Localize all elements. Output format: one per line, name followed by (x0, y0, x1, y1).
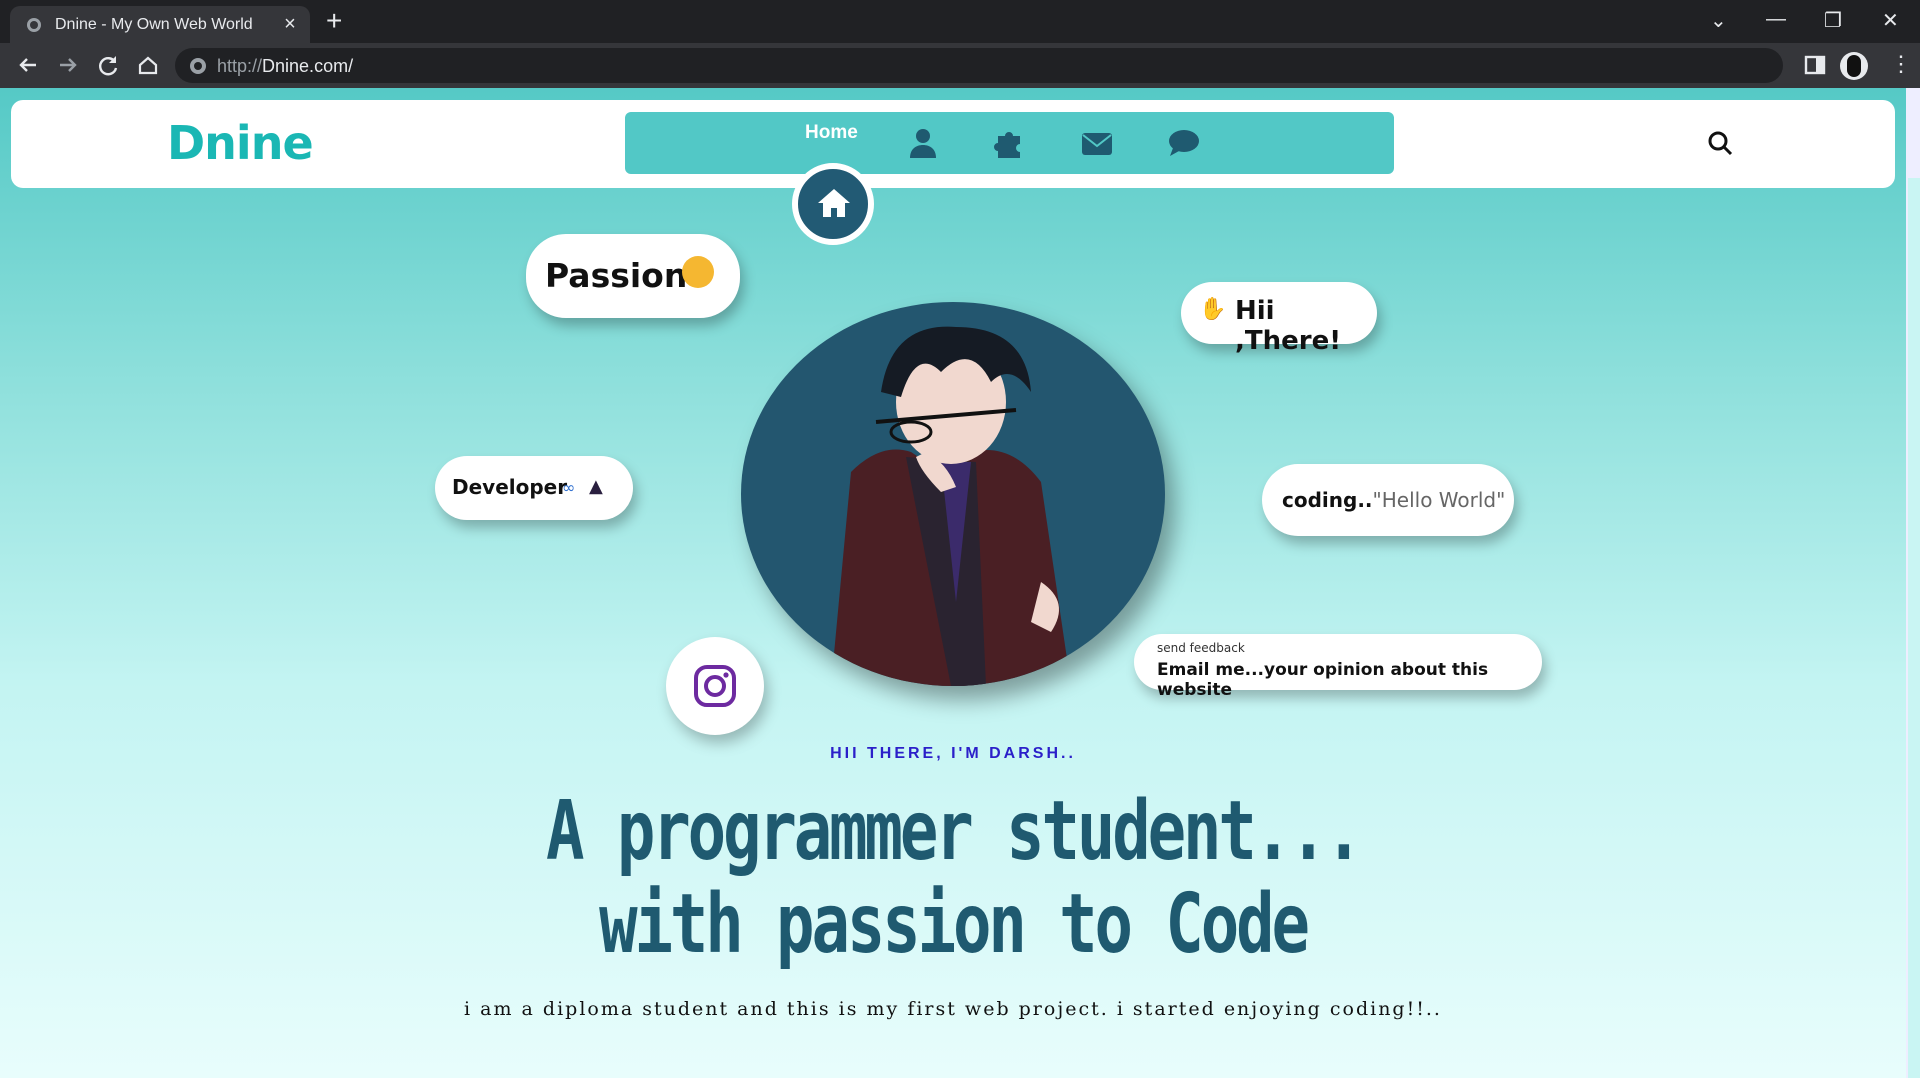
user-icon[interactable] (906, 126, 940, 160)
developer-text: Developer (452, 475, 568, 499)
passion-bubble: Passion (526, 234, 740, 318)
restore-icon[interactable]: ❐ (1824, 8, 1842, 33)
main-nav: Home (625, 112, 1394, 174)
site-info-icon[interactable] (189, 57, 207, 75)
menu-icon[interactable]: ⋮ (1890, 52, 1912, 76)
scrollbar-thumb[interactable] (1908, 178, 1920, 1078)
tab-title: Dnine - My Own Web World (55, 16, 253, 33)
coding-text: coding.."Hello World" (1282, 488, 1506, 512)
nav-home-label[interactable]: Home (805, 122, 858, 144)
side-panel-icon[interactable] (1802, 52, 1828, 78)
site-logo[interactable]: Dnine (167, 118, 314, 168)
globe-icon (27, 18, 41, 32)
feedback-text[interactable]: Email me...your opinion about this websi… (1157, 660, 1542, 700)
minimize-icon[interactable]: — (1766, 8, 1786, 31)
close-tab-icon[interactable]: × (280, 14, 300, 34)
browser-tab[interactable]: Dnine - My Own Web World × (10, 6, 310, 43)
avatar-image (741, 302, 1165, 686)
glasses-emoji-icon: ∞ (562, 478, 576, 497)
hii-there-bubble: ✋ Hii ,There! (1181, 282, 1377, 356)
coding-bubble: coding.."Hello World" (1262, 464, 1514, 536)
greeting-text: HII THERE, I'M DARSH.. (830, 745, 1076, 762)
new-tab-button[interactable]: + (326, 7, 342, 35)
puzzle-icon[interactable] (992, 126, 1026, 160)
home-icon[interactable] (134, 51, 162, 79)
instagram-button[interactable] (666, 637, 764, 735)
intro-subtext: i am a diploma student and this is my fi… (464, 998, 1442, 1020)
envelope-icon[interactable] (1080, 126, 1114, 160)
house-icon (818, 189, 850, 217)
wave-emoji-icon: ✋ (1199, 297, 1227, 322)
browser-toolbar: http://Dnine.com/ ⋮ (0, 43, 1920, 88)
passion-text: Passion (545, 256, 688, 295)
forward-icon[interactable] (54, 51, 82, 79)
url-text: http://Dnine.com/ (217, 56, 354, 76)
hii-there-text: Hii ,There! (1235, 296, 1342, 356)
feedback-bubble[interactable]: send feedback Email me...your opinion ab… (1134, 634, 1542, 700)
profile-avatar[interactable] (1840, 52, 1868, 80)
comment-icon[interactable] (1167, 126, 1201, 160)
browser-tab-strip: Dnine - My Own Web World × + ⌄ — ❐ ✕ (0, 0, 1920, 43)
search-icon[interactable] (1707, 130, 1733, 156)
scrollbar[interactable] (1906, 88, 1920, 1078)
wink-emoji-icon (682, 256, 714, 288)
instagram-icon (694, 665, 736, 707)
reload-icon[interactable] (94, 51, 122, 79)
anime-character-illustration (831, 326, 1071, 686)
developer-bubble: Developer ∞ ▲ (435, 456, 633, 520)
headline-line-1: A programmer student... (546, 784, 1363, 879)
back-icon[interactable] (14, 51, 42, 79)
address-bar[interactable]: http://Dnine.com/ (175, 48, 1783, 83)
headline-line-2: with passion to Code (599, 877, 1310, 972)
feedback-label: send feedback (1157, 641, 1245, 655)
tab-search-icon[interactable]: ⌄ (1710, 8, 1727, 33)
graduation-cap-icon: ▲ (589, 476, 603, 497)
close-window-icon[interactable]: ✕ (1882, 8, 1899, 33)
headline: A programmer student... with passion to … (210, 785, 1697, 971)
home-button[interactable] (792, 163, 874, 245)
